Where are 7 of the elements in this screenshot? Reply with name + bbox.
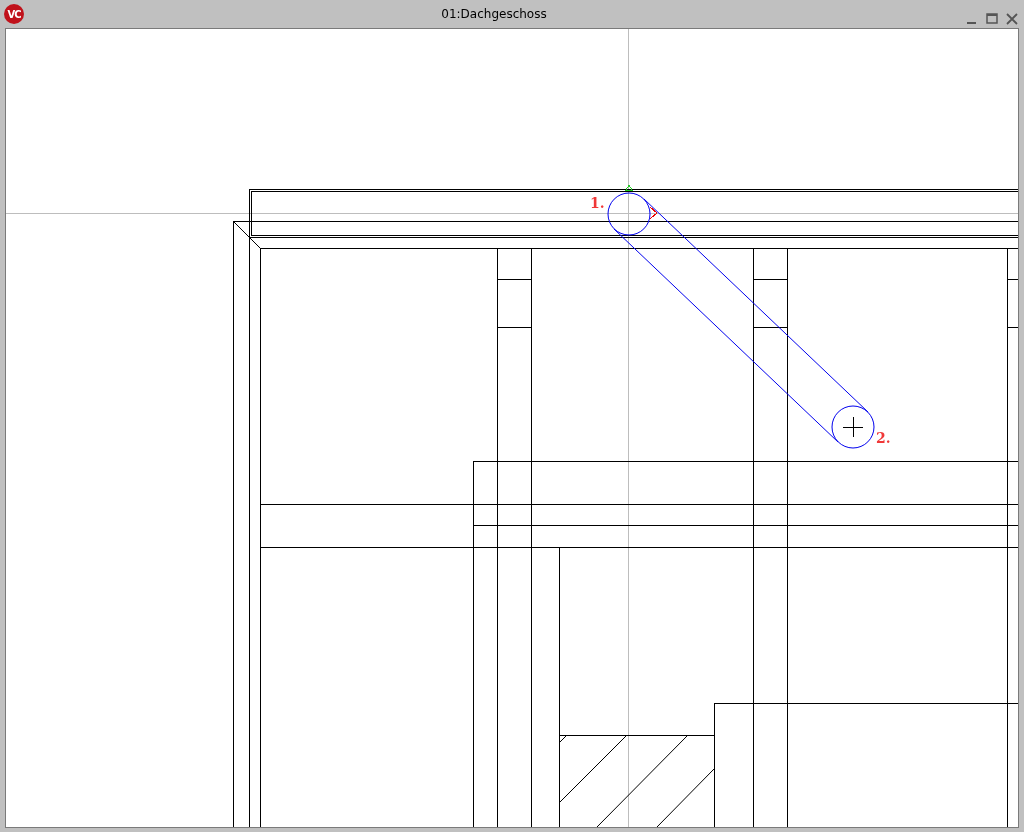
window-title: 01:Dachgeschoss [441, 7, 547, 21]
point-label: 1. [590, 195, 605, 211]
arrow-marker-icon [649, 206, 658, 220]
point-label: 2. [876, 430, 891, 446]
app-logo: VC [4, 4, 24, 24]
crosshair-icon [842, 416, 864, 438]
snap-point-icon [625, 184, 633, 191]
